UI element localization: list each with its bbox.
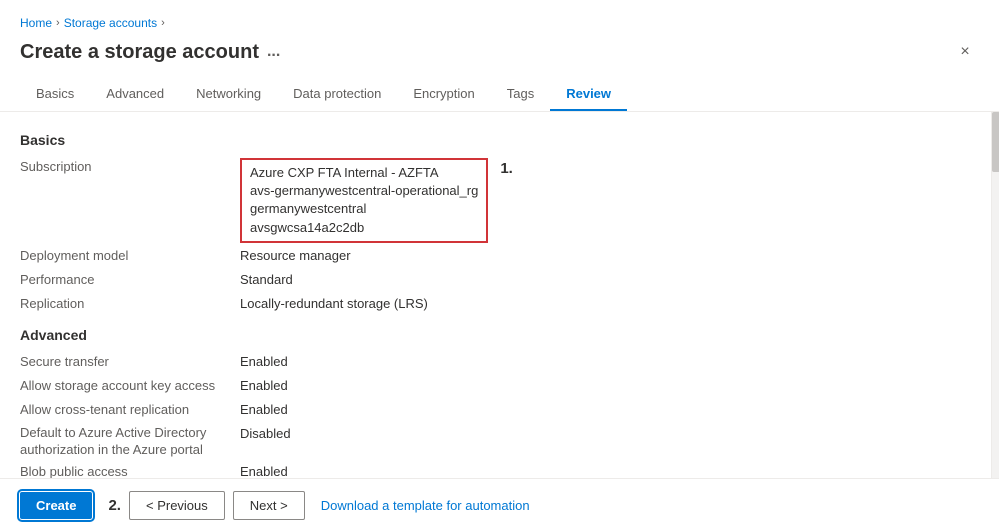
subscription-value: Azure CXP FTA Internal - AZFTA [250, 164, 478, 182]
secure-transfer-row: Secure transfer Enabled [20, 353, 971, 373]
aad-auth-row: Default to Azure Active Directory author… [20, 425, 971, 459]
replication-row: Replication Locally-redundant storage (L… [20, 295, 971, 315]
secure-transfer-value: Enabled [240, 353, 971, 373]
breadcrumb: Home › Storage accounts › [20, 16, 979, 30]
deployment-model-value: Resource manager [240, 247, 971, 267]
blob-access-row: Blob public access Enabled [20, 463, 971, 478]
close-button[interactable]: × [951, 38, 979, 66]
performance-value: Standard [240, 271, 971, 291]
subscription-value-container: Azure CXP FTA Internal - AZFTA avs-germa… [240, 158, 971, 243]
download-template-link[interactable]: Download a template for automation [321, 498, 530, 513]
deployment-model-row: Deployment model Resource manager [20, 247, 971, 267]
content-area[interactable]: Basics Subscription Azure CXP FTA Intern… [0, 112, 991, 478]
advanced-section: Advanced Secure transfer Enabled Allow s… [20, 327, 971, 478]
secure-transfer-label: Secure transfer [20, 353, 240, 373]
tabs-nav: Basics Advanced Networking Data protecti… [20, 78, 979, 111]
blob-access-label: Blob public access [20, 463, 240, 478]
advanced-section-title: Advanced [20, 327, 971, 343]
aad-auth-value: Disabled [240, 425, 971, 459]
basics-section-title: Basics [20, 132, 971, 148]
cross-tenant-value: Enabled [240, 401, 971, 421]
deployment-model-label: Deployment model [20, 247, 240, 267]
dialog-body: Basics Subscription Azure CXP FTA Intern… [0, 112, 999, 478]
performance-label: Performance [20, 271, 240, 291]
tab-advanced[interactable]: Advanced [90, 78, 180, 111]
replication-value: Locally-redundant storage (LRS) [240, 295, 971, 315]
tab-networking[interactable]: Networking [180, 78, 277, 111]
basics-section: Basics Subscription Azure CXP FTA Intern… [20, 132, 971, 315]
tab-encryption[interactable]: Encryption [397, 78, 490, 111]
cross-tenant-label: Allow cross-tenant replication [20, 401, 240, 421]
subscription-row: Subscription Azure CXP FTA Internal - AZ… [20, 158, 971, 243]
breadcrumb-sep-1: › [56, 17, 60, 29]
tab-tags[interactable]: Tags [491, 78, 550, 111]
dialog-header: Home › Storage accounts › Create a stora… [0, 0, 999, 112]
create-button[interactable]: Create [20, 492, 92, 519]
tab-review[interactable]: Review [550, 78, 627, 111]
key-access-value: Enabled [240, 377, 971, 397]
step-2-label: 2. [108, 497, 121, 514]
dialog-title: Create a storage account ... [20, 41, 280, 64]
resource-group-value: avs-germanywestcentral-operational_rg [250, 182, 478, 200]
previous-button[interactable]: < Previous [129, 491, 225, 520]
performance-row: Performance Standard [20, 271, 971, 291]
blob-access-value: Enabled [240, 463, 971, 478]
replication-label: Replication [20, 295, 240, 315]
scroll-thumb[interactable] [992, 112, 999, 172]
breadcrumb-storage-accounts[interactable]: Storage accounts [64, 16, 157, 30]
dialog-title-text: Create a storage account [20, 41, 259, 64]
dialog-title-row: Create a storage account ... × [20, 38, 979, 66]
key-access-row: Allow storage account key access Enabled [20, 377, 971, 397]
breadcrumb-home[interactable]: Home [20, 16, 52, 30]
dialog-overlay: Home › Storage accounts › Create a stora… [0, 0, 999, 532]
aad-auth-label: Default to Azure Active Directory author… [20, 425, 240, 459]
cross-tenant-row: Allow cross-tenant replication Enabled [20, 401, 971, 421]
subscription-label: Subscription [20, 158, 240, 243]
tab-basics[interactable]: Basics [20, 78, 90, 111]
more-options-icon[interactable]: ... [267, 43, 280, 61]
dialog-footer: Create 2. < Previous Next > Download a t… [0, 478, 999, 532]
next-button[interactable]: Next > [233, 491, 305, 520]
location-value: germanywestcentral [250, 200, 478, 218]
tab-data-protection[interactable]: Data protection [277, 78, 397, 111]
breadcrumb-sep-2: › [161, 17, 165, 29]
key-access-label: Allow storage account key access [20, 377, 240, 397]
create-storage-dialog: Home › Storage accounts › Create a stora… [0, 0, 999, 532]
scroll-track[interactable] [991, 112, 999, 478]
step-1-label: 1. [500, 158, 513, 179]
storage-name-value: avsgwcsa14a2c2db [250, 219, 478, 237]
